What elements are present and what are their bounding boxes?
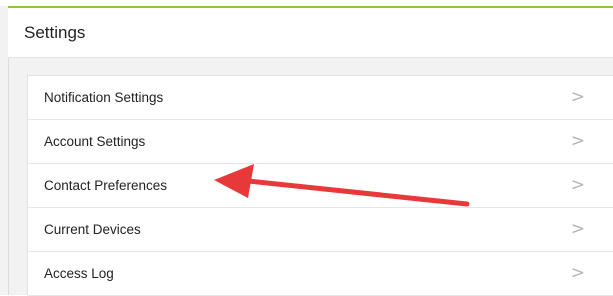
menu-item-label: Contact Preferences: [44, 178, 168, 193]
menu-item-access-log[interactable]: Access Log >: [28, 252, 613, 296]
menu-item-account-settings[interactable]: Account Settings >: [28, 120, 613, 164]
menu-item-current-devices[interactable]: Current Devices >: [28, 208, 613, 252]
menu-item-label: Notification Settings: [44, 90, 164, 105]
settings-header: Settings: [8, 8, 613, 58]
menu-item-notification-settings[interactable]: Notification Settings >: [28, 76, 613, 120]
menu-item-label: Current Devices: [44, 222, 141, 237]
chevron-right-icon: >: [570, 175, 585, 195]
chevron-right-icon: >: [570, 219, 585, 239]
chevron-right-icon: >: [570, 131, 585, 151]
page-title: Settings: [24, 23, 86, 42]
settings-page: Settings Notification Settings > Account…: [0, 0, 613, 296]
menu-item-contact-preferences[interactable]: Contact Preferences >: [28, 164, 613, 208]
chevron-right-icon: >: [570, 263, 585, 283]
settings-menu: Notification Settings > Account Settings…: [27, 75, 613, 296]
left-divider: [8, 58, 9, 295]
menu-item-label: Access Log: [44, 266, 114, 281]
menu-item-label: Account Settings: [44, 134, 146, 149]
chevron-right-icon: >: [570, 87, 585, 107]
